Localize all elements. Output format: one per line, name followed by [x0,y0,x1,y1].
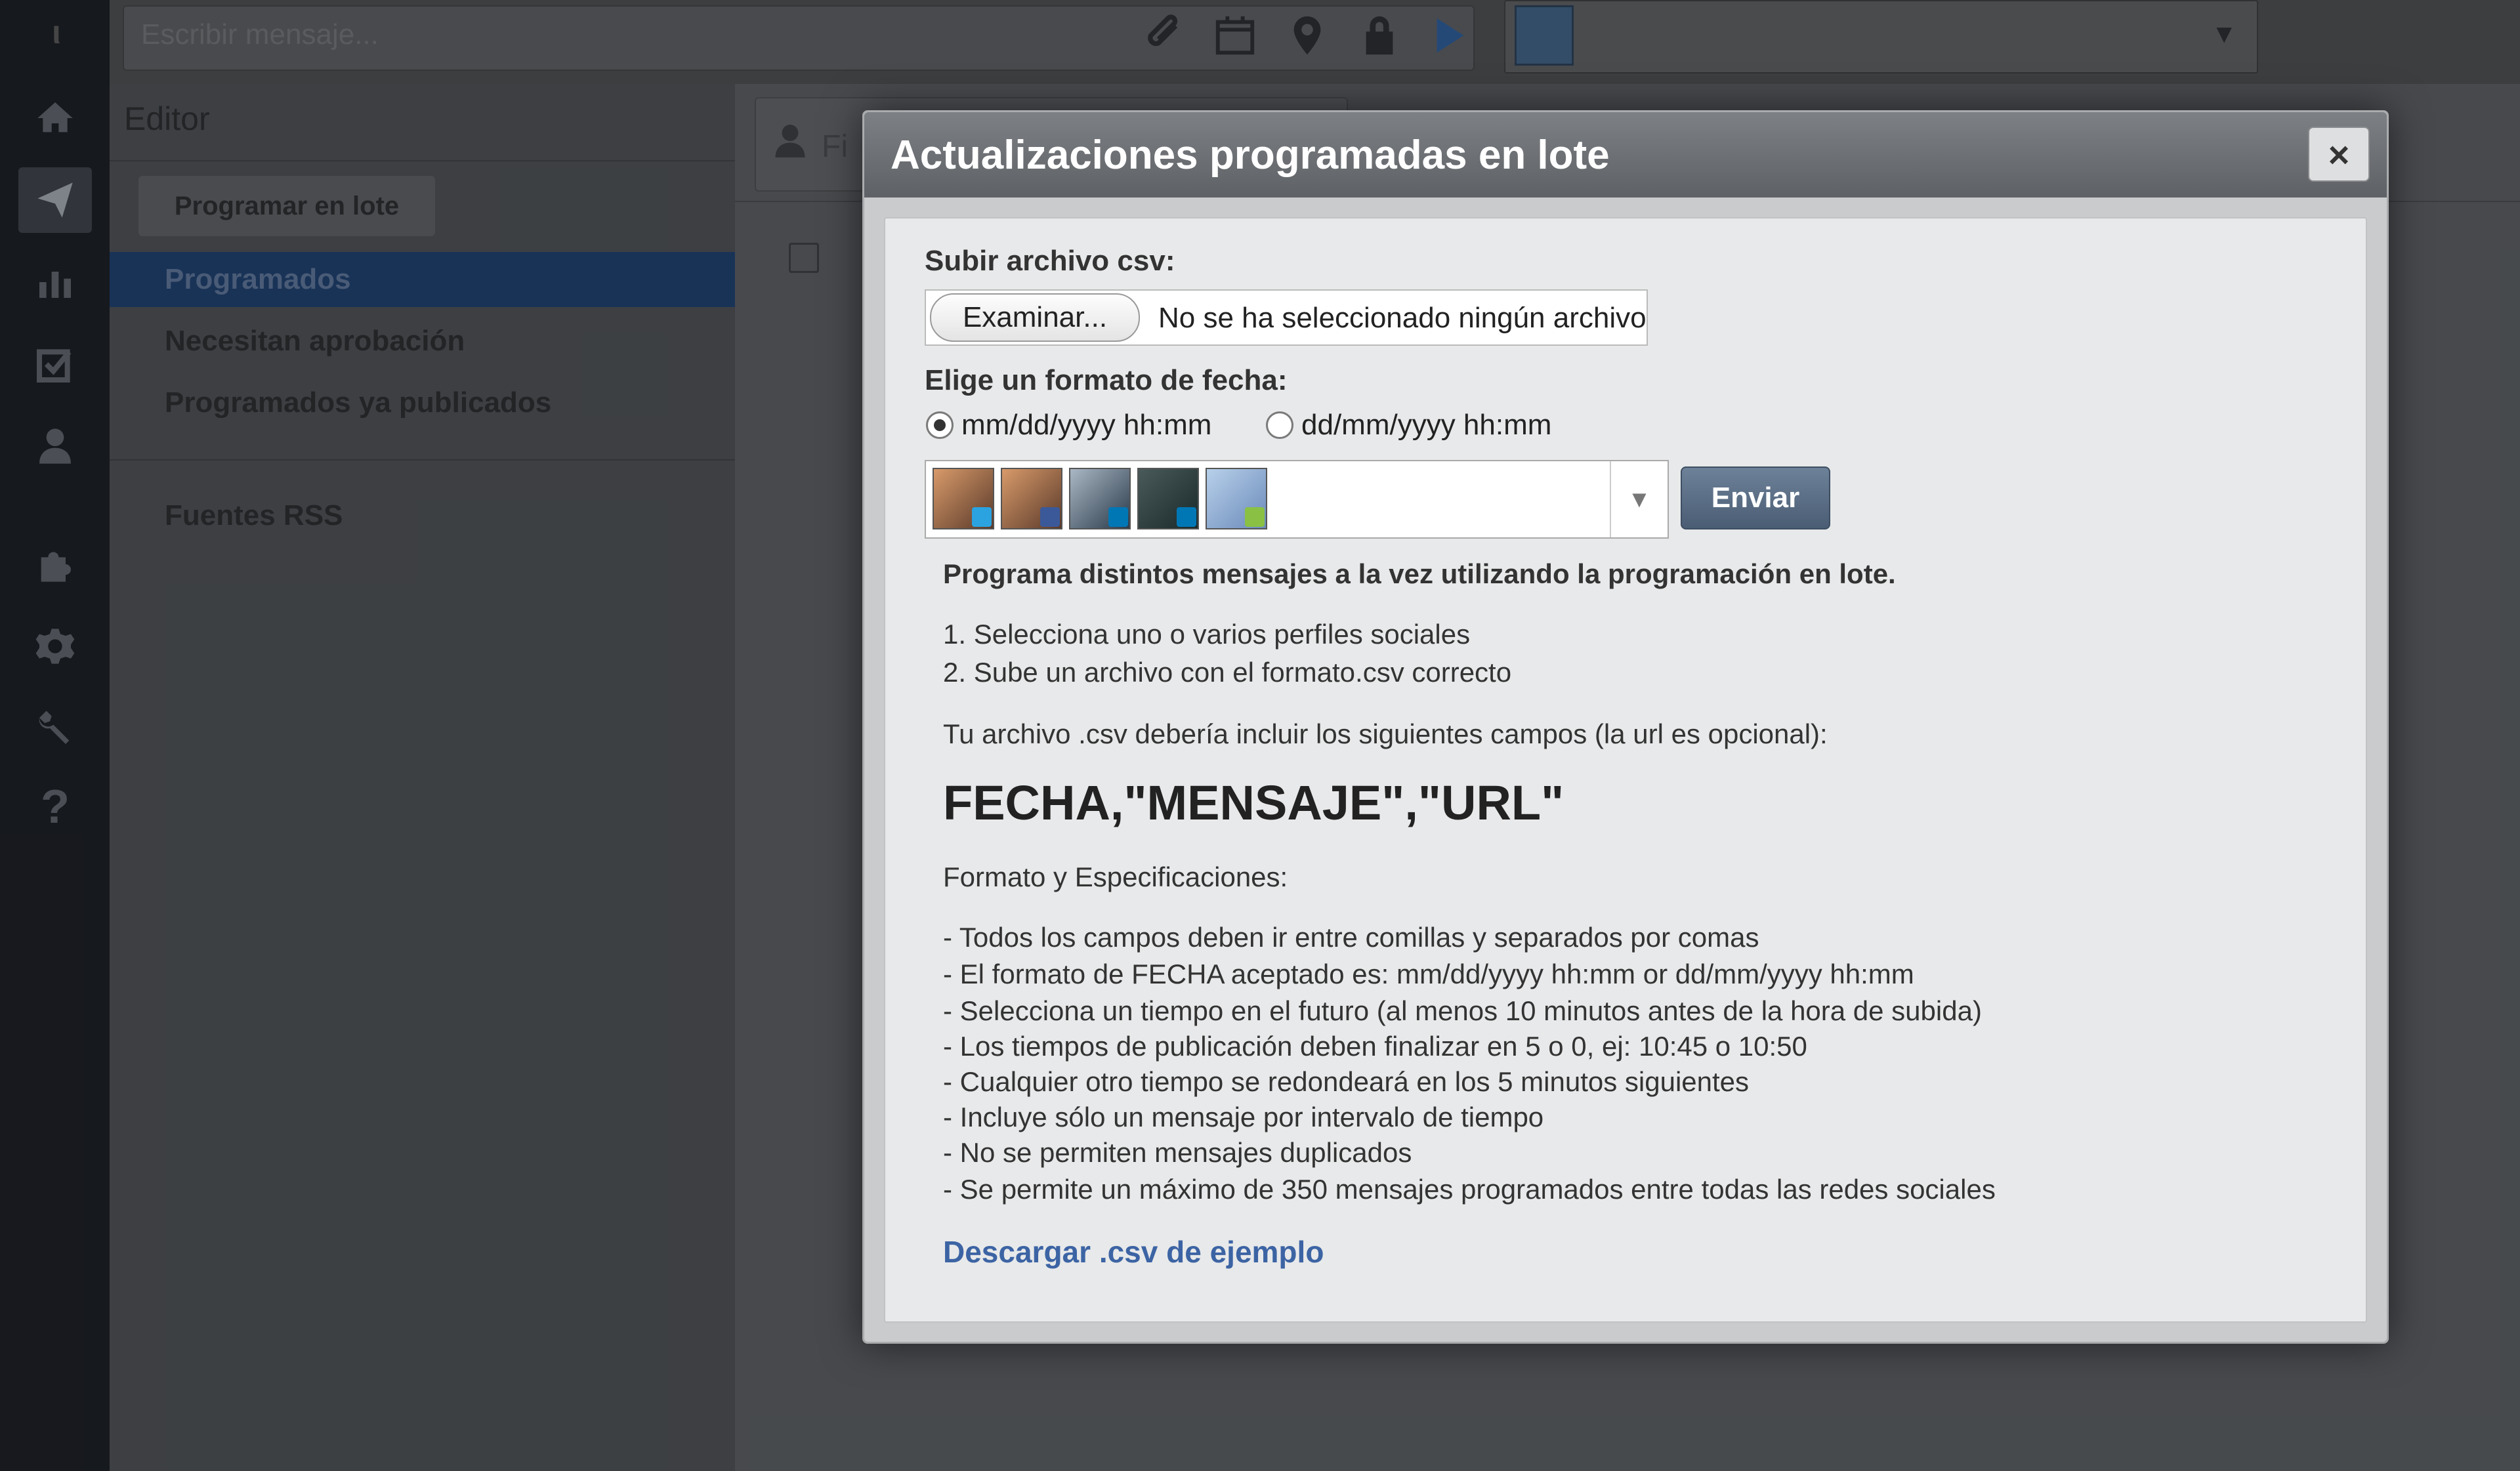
date-format-option-mdy[interactable]: mm/dd/yyyy hh:mm [926,409,1211,442]
csv-fields: FECHA,"MENSAJE","URL" [943,776,1564,830]
csv-file-input[interactable]: Examinar... No se ha seleccionado ningún… [925,289,1648,346]
rule-item: - El formato de FECHA aceptado es: mm/dd… [943,959,1914,989]
date-format-option-dmy[interactable]: dd/mm/yyyy hh:mm [1266,409,1551,442]
profile-avatar-linkedin-page[interactable] [1137,468,1199,529]
profile-avatar-twitter[interactable] [933,468,994,529]
dialog-header: Actualizaciones programadas en lote × [864,112,2387,197]
rule-item: - No se permiten mensajes duplicados [943,1137,1412,1168]
rule-item: - Cualquier otro tiempo se redondeará en… [943,1066,1750,1097]
dialog-body: Subir archivo csv: Examinar... No se ha … [884,217,2367,1323]
upload-label: Subir archivo csv: [925,245,1175,277]
file-status: No se ha seleccionado ningún archivo. [1158,302,1648,334]
radio-label: dd/mm/yyyy hh:mm [1301,409,1552,441]
rule-item: - Selecciona un tiempo en el futuro (al … [943,995,1982,1026]
radio-button[interactable] [1266,411,1293,439]
send-button[interactable]: Enviar [1681,466,1830,529]
rule-item: - Todos los campos deben ir entre comill… [943,922,1759,953]
step-item: 2. Sube un archivo con el formato.csv co… [943,657,1512,688]
chevron-down-icon[interactable]: ▼ [1610,461,1668,537]
download-sample-link[interactable]: Descargar .csv de ejemplo [943,1234,1324,1270]
dialog-title: Actualizaciones programadas en lote [891,133,1610,178]
social-profiles-selector[interactable]: ▼ [925,460,1669,539]
profile-avatar-other[interactable] [1206,468,1267,529]
profile-avatar-linkedin[interactable] [1069,468,1131,529]
spec-title: Formato y Especificaciones: [943,861,1288,892]
close-button[interactable]: × [2308,127,2370,182]
rule-item: - Los tiempos de publicación deben final… [943,1031,1807,1062]
browse-button[interactable]: Examinar... [930,293,1140,342]
rule-item: - Se permite un máximo de 350 mensajes p… [943,1174,1996,1205]
date-format-label: Elige un formato de fecha: [925,364,1288,396]
batch-schedule-dialog: Actualizaciones programadas en lote × Su… [862,110,2389,1344]
step-item: 1. Selecciona uno o varios perfiles soci… [943,619,1471,650]
profile-avatar-facebook[interactable] [1001,468,1062,529]
rule-item: - Incluye sólo un mensaje por intervalo … [943,1102,1544,1132]
intro-text: Programa distintos mensajes a la vez uti… [943,558,1896,589]
radio-label: mm/dd/yyyy hh:mm [961,409,1212,441]
radio-button[interactable] [926,411,954,439]
fields-intro: Tu archivo .csv debería incluir los sigu… [943,718,1828,749]
